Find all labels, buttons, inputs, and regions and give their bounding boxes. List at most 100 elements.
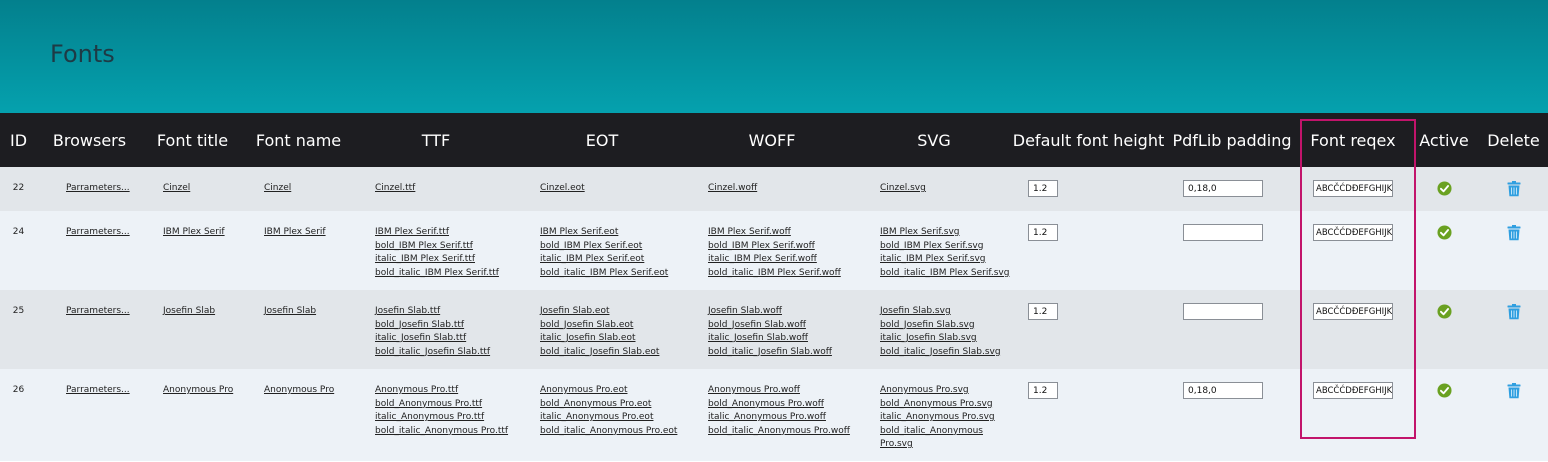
font-name-link[interactable]: Anonymous Pro <box>264 384 354 398</box>
pdflib-padding-input[interactable] <box>1183 224 1263 241</box>
active-check-icon[interactable] <box>1436 225 1452 240</box>
font-title-link[interactable]: Josefin Slab <box>163 305 243 319</box>
ttf-file-link[interactable]: Josefin Slab.ttf <box>375 305 518 319</box>
browsers-link[interactable]: Parrameters... <box>66 182 142 196</box>
col-header-browsers[interactable]: Browsers <box>37 113 142 167</box>
font-id: 24 <box>12 227 25 237</box>
woff-file-link[interactable]: bold_italic_Anonymous Pro.woff <box>708 425 858 439</box>
col-header-font-title[interactable]: Font title <box>142 113 243 167</box>
woff-file-link[interactable]: bold_Josefin Slab.woff <box>708 319 858 333</box>
active-check-icon[interactable] <box>1436 304 1452 319</box>
svg-file-link[interactable]: Josefin Slab.svg <box>880 305 1010 319</box>
col-header-eot[interactable]: EOT <box>518 113 686 167</box>
eot-file-link[interactable]: bold_italic_IBM Plex Serif.eot <box>540 267 686 281</box>
pdflib-padding-input[interactable]: 0,18,0 <box>1183 180 1263 197</box>
woff-file-link[interactable]: italic_IBM Plex Serif.woff <box>708 253 858 267</box>
svg-file-link[interactable]: Anonymous Pro.svg <box>880 384 1010 398</box>
svg-file-link[interactable]: bold_italic_Anonymous Pro.svg <box>880 425 1010 452</box>
svg-file-link[interactable]: bold_Anonymous Pro.svg <box>880 398 1010 412</box>
ttf-file-link[interactable]: italic_Josefin Slab.ttf <box>375 332 518 346</box>
default-font-height-input[interactable]: 1.2 <box>1028 382 1058 399</box>
svg-file-link[interactable]: bold_IBM Plex Serif.svg <box>880 240 1010 254</box>
col-header-woff[interactable]: WOFF <box>686 113 858 167</box>
eot-file-link[interactable]: Josefin Slab.eot <box>540 305 686 319</box>
ttf-file-link[interactable]: bold_italic_Josefin Slab.ttf <box>375 346 518 360</box>
svg-file-link[interactable]: italic_IBM Plex Serif.svg <box>880 253 1010 267</box>
col-header-pdflib-padding[interactable]: PdfLib padding <box>1167 113 1297 167</box>
eot-file-link[interactable]: italic_Josefin Slab.eot <box>540 332 686 346</box>
pdflib-padding-input[interactable] <box>1183 303 1263 320</box>
col-header-font-regex[interactable]: Font reqex <box>1297 113 1409 167</box>
ttf-file-link[interactable]: IBM Plex Serif.ttf <box>375 226 518 240</box>
eot-file-link[interactable]: bold_italic_Josefin Slab.eot <box>540 346 686 360</box>
woff-file-link[interactable]: bold_italic_IBM Plex Serif.woff <box>708 267 858 281</box>
font-title-link[interactable]: Cinzel <box>163 182 243 196</box>
ttf-file-link[interactable]: bold_Josefin Slab.ttf <box>375 319 518 333</box>
woff-file-link[interactable]: Anonymous Pro.woff <box>708 384 858 398</box>
woff-file-link[interactable]: IBM Plex Serif.woff <box>708 226 858 240</box>
font-regex-input[interactable]: ABCČĆDĐEFGHIJK <box>1313 180 1393 197</box>
trash-icon[interactable] <box>1507 225 1521 241</box>
ttf-file-link[interactable]: italic_Anonymous Pro.ttf <box>375 411 518 425</box>
ttf-file-link[interactable]: Cinzel.ttf <box>375 182 518 196</box>
eot-file-link[interactable]: bold_IBM Plex Serif.eot <box>540 240 686 254</box>
svg-file-link[interactable]: bold_Josefin Slab.svg <box>880 319 1010 333</box>
col-header-id[interactable]: ID <box>0 113 37 167</box>
col-header-font-name[interactable]: Font name <box>243 113 354 167</box>
eot-file-link[interactable]: IBM Plex Serif.eot <box>540 226 686 240</box>
svg-file-link[interactable]: Cinzel.svg <box>880 182 1010 196</box>
ttf-file-link[interactable]: bold_italic_IBM Plex Serif.ttf <box>375 267 518 281</box>
delete-cell <box>1479 290 1548 369</box>
svg-file-link[interactable]: italic_Anonymous Pro.svg <box>880 411 1010 425</box>
eot-file-link[interactable]: bold_Josefin Slab.eot <box>540 319 686 333</box>
woff-file-link[interactable]: bold_IBM Plex Serif.woff <box>708 240 858 254</box>
font-name-link[interactable]: IBM Plex Serif <box>264 226 354 240</box>
col-header-default-font-height[interactable]: Default font height <box>1010 113 1167 167</box>
woff-file-link[interactable]: Josefin Slab.woff <box>708 305 858 319</box>
col-header-delete[interactable]: Delete <box>1479 113 1548 167</box>
font-title-link[interactable]: Anonymous Pro <box>163 384 243 398</box>
browsers-link[interactable]: Parrameters... <box>66 226 142 240</box>
font-regex-input[interactable]: ABCČĆDĐEFGHIJK <box>1313 303 1393 320</box>
trash-icon[interactable] <box>1507 304 1521 320</box>
eot-file-link[interactable]: italic_Anonymous Pro.eot <box>540 411 686 425</box>
font-name-link[interactable]: Cinzel <box>264 182 354 196</box>
eot-file-link[interactable]: italic_IBM Plex Serif.eot <box>540 253 686 267</box>
ttf-file-link[interactable]: bold_Anonymous Pro.ttf <box>375 398 518 412</box>
pdflib-padding-input[interactable]: 0,18,0 <box>1183 382 1263 399</box>
font-name-link[interactable]: Josefin Slab <box>264 305 354 319</box>
svg-file-link[interactable]: bold_italic_IBM Plex Serif.svg <box>880 267 1010 281</box>
browsers-link[interactable]: Parrameters... <box>66 305 142 319</box>
woff-file-link[interactable]: Cinzel.woff <box>708 182 858 196</box>
woff-file-link[interactable]: italic_Anonymous Pro.woff <box>708 411 858 425</box>
ttf-file-link[interactable]: bold_IBM Plex Serif.ttf <box>375 240 518 254</box>
ttf-file-link[interactable]: Anonymous Pro.ttf <box>375 384 518 398</box>
woff-file-link[interactable]: bold_italic_Josefin Slab.woff <box>708 346 858 360</box>
col-header-active[interactable]: Active <box>1409 113 1479 167</box>
svg-file-link[interactable]: bold_italic_Josefin Slab.svg <box>880 346 1010 360</box>
svg-file-link[interactable]: IBM Plex Serif.svg <box>880 226 1010 240</box>
eot-file-link[interactable]: Anonymous Pro.eot <box>540 384 686 398</box>
default-font-height-input[interactable]: 1.2 <box>1028 303 1058 320</box>
eot-file-link[interactable]: Cinzel.eot <box>540 182 686 196</box>
font-title-link[interactable]: IBM Plex Serif <box>163 226 243 240</box>
col-header-svg[interactable]: SVG <box>858 113 1010 167</box>
trash-icon[interactable] <box>1507 181 1521 197</box>
default-font-height-input[interactable]: 1.2 <box>1028 224 1058 241</box>
active-check-icon[interactable] <box>1436 383 1452 398</box>
trash-icon[interactable] <box>1507 383 1521 399</box>
font-regex-input[interactable]: ABCČĆDĐEFGHIJK <box>1313 382 1393 399</box>
active-check-icon[interactable] <box>1436 181 1452 196</box>
table-row: 22 Parrameters... Cinzel Cinzel Cinzel.ttf Ci… <box>0 167 1548 211</box>
eot-file-link[interactable]: bold_Anonymous Pro.eot <box>540 398 686 412</box>
font-regex-input[interactable]: ABCČĆDĐEFGHIJK <box>1313 224 1393 241</box>
svg-file-link[interactable]: italic_Josefin Slab.svg <box>880 332 1010 346</box>
ttf-file-link[interactable]: bold_italic_Anonymous Pro.ttf <box>375 425 518 439</box>
default-font-height-input[interactable]: 1.2 <box>1028 180 1058 197</box>
eot-file-link[interactable]: bold_italic_Anonymous Pro.eot <box>540 425 686 439</box>
browsers-link[interactable]: Parrameters... <box>66 384 142 398</box>
woff-file-link[interactable]: bold_Anonymous Pro.woff <box>708 398 858 412</box>
col-header-ttf[interactable]: TTF <box>354 113 518 167</box>
woff-file-link[interactable]: italic_Josefin Slab.woff <box>708 332 858 346</box>
ttf-file-link[interactable]: italic_IBM Plex Serif.ttf <box>375 253 518 267</box>
